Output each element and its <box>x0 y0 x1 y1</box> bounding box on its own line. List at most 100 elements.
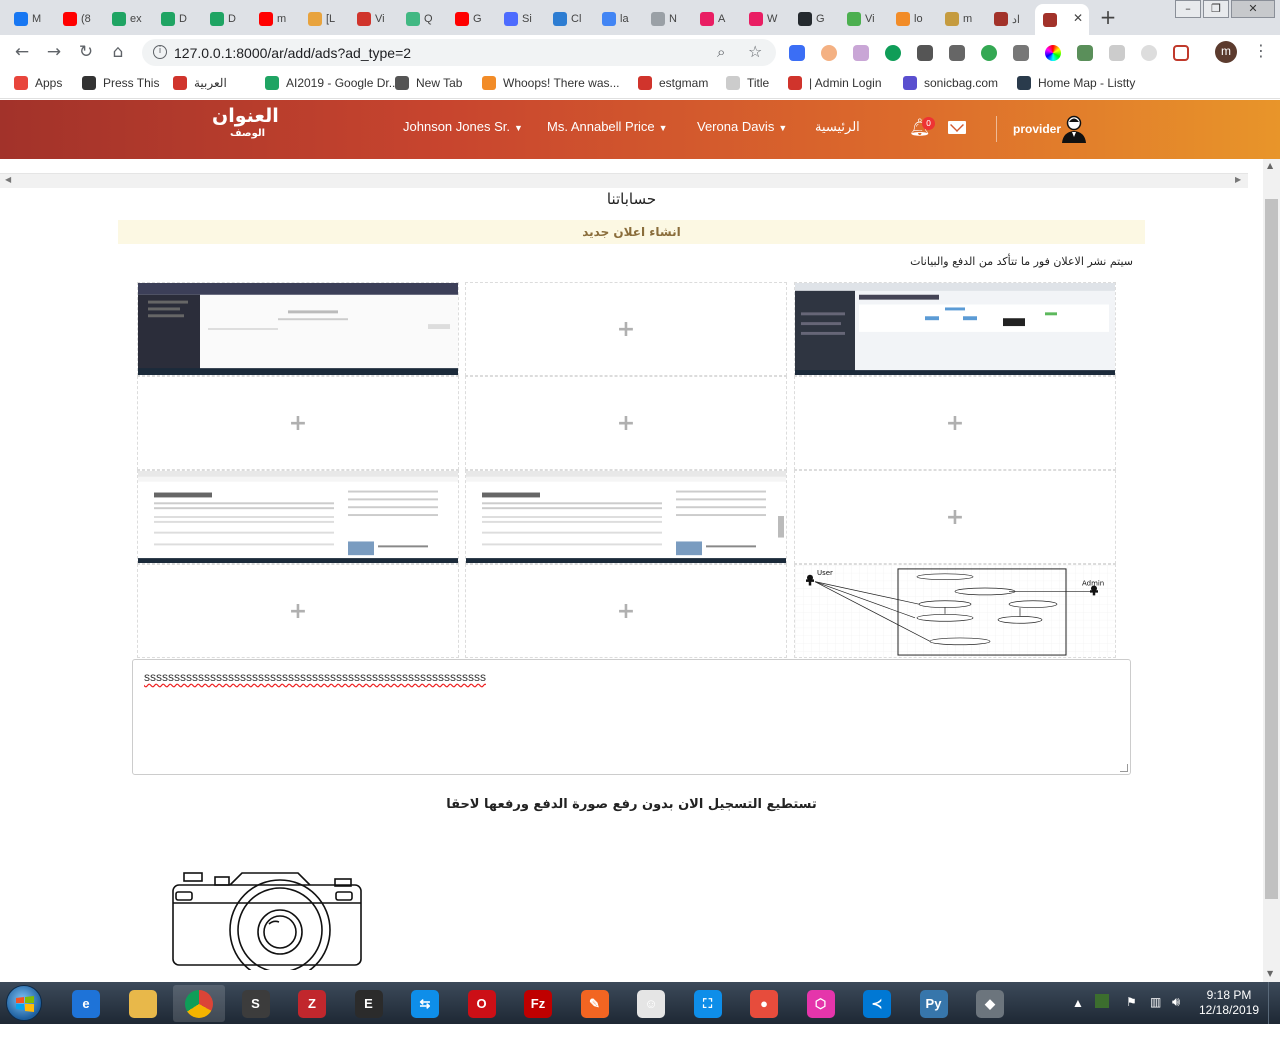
bookmark-item[interactable]: AI2019 - Google Dr... <box>265 76 399 90</box>
browser-menu-icon[interactable]: ⋮ <box>1253 41 1269 60</box>
maximize-button[interactable]: ❐ <box>1203 0 1229 18</box>
add-image-icon[interactable]: + <box>466 565 786 657</box>
browser-tab[interactable]: (8 <box>55 6 102 32</box>
extension-icon[interactable] <box>1013 45 1029 61</box>
horizontal-scrollbar[interactable]: ◀ ▶ <box>0 173 1248 188</box>
extension-icon[interactable] <box>949 45 965 61</box>
add-image-icon[interactable]: + <box>138 565 458 657</box>
color-picker-extension-icon[interactable] <box>1045 45 1061 61</box>
system-clock[interactable]: 9:18 PM 12/18/2019 <box>1196 988 1262 1018</box>
upload-slot-filled[interactable] <box>137 470 459 564</box>
browser-tab[interactable]: M <box>6 6 53 32</box>
browser-tab[interactable]: la <box>594 6 641 32</box>
vertical-scrollbar[interactable]: ▲ ▼ <box>1263 159 1280 982</box>
upload-slot-empty[interactable]: + <box>794 470 1116 564</box>
add-image-icon[interactable]: + <box>138 377 458 469</box>
extension-icon[interactable] <box>853 45 869 61</box>
home-icon[interactable]: ⌂ <box>107 42 129 64</box>
address-bar[interactable]: i 127.0.0.1:8000/ar/add/ads?ad_type=2 ⌕ … <box>142 39 776 66</box>
taskbar-app[interactable]: ☺ <box>625 985 677 1022</box>
taskbar-app[interactable]: ◆ <box>964 985 1016 1022</box>
close-window-button[interactable]: ✕ <box>1231 0 1275 18</box>
browser-tab[interactable]: Q <box>398 6 445 32</box>
scrollbar-thumb[interactable] <box>1265 199 1278 899</box>
scroll-up-icon[interactable]: ▲ <box>1267 161 1273 170</box>
bookmark-item[interactable]: Press This <box>82 76 159 90</box>
nav-item-verona-davis[interactable]: Verona Davis ▼ <box>697 119 787 134</box>
zoom-icon[interactable]: ⌕ <box>717 43 725 61</box>
taskbar-app[interactable]: Fz <box>512 985 564 1022</box>
user-name[interactable]: provider <box>1013 122 1061 136</box>
extension-icon[interactable] <box>1173 45 1189 61</box>
bookmark-item[interactable]: العربية <box>173 76 227 90</box>
bookmark-item[interactable]: New Tab <box>395 76 462 90</box>
bookmark-item[interactable]: estgmam <box>638 76 708 90</box>
scroll-left-icon[interactable]: ◀ <box>5 175 11 184</box>
extension-icon[interactable] <box>1109 45 1125 61</box>
nav-item-home[interactable]: الرئيسية <box>815 119 860 135</box>
browser-tab[interactable]: Cl <box>545 6 592 32</box>
extension-icon[interactable] <box>821 45 837 61</box>
taskbar-app[interactable]: e <box>60 985 112 1022</box>
browser-tab[interactable]: [L <box>300 6 347 32</box>
browser-tab[interactable]: W <box>741 6 788 32</box>
extension-icon[interactable] <box>789 45 805 61</box>
url-text[interactable]: 127.0.0.1:8000/ar/add/ads?ad_type=2 <box>174 45 411 61</box>
taskbar-app[interactable]: Z <box>286 985 338 1022</box>
extension-icon[interactable] <box>885 45 901 61</box>
upload-slot-empty[interactable]: + <box>137 564 459 658</box>
taskbar-app[interactable] <box>173 985 225 1022</box>
back-arrow-icon[interactable]: ← <box>11 42 33 64</box>
bookmark-item[interactable]: | Admin Login <box>788 76 882 90</box>
start-button[interactable] <box>6 985 42 1021</box>
taskbar-app[interactable]: ⇆ <box>399 985 451 1022</box>
bookmark-item[interactable]: Home Map - Listty <box>1017 76 1135 90</box>
browser-tab[interactable]: m <box>251 6 298 32</box>
action-center-flag-icon[interactable]: ⚑ <box>1126 995 1137 1037</box>
extension-icon[interactable] <box>1077 45 1093 61</box>
resize-handle-icon[interactable] <box>1120 764 1128 772</box>
extension-icon[interactable] <box>1141 45 1157 61</box>
extension-icon[interactable] <box>981 45 997 61</box>
show-hidden-icons-icon[interactable]: ▲ <box>1072 996 1084 1038</box>
bookmark-item[interactable]: Title <box>726 76 769 90</box>
browser-tab[interactable]: G <box>447 6 494 32</box>
nav-item-johnson-jones[interactable]: Johnson Jones Sr. ▼ <box>403 119 523 134</box>
taskbar-app[interactable]: ≺ <box>851 985 903 1022</box>
browser-tab[interactable]: Vi <box>349 6 396 32</box>
upload-slot-empty[interactable]: + <box>794 376 1116 470</box>
taskbar-app[interactable] <box>117 985 169 1022</box>
upload-slot-empty[interactable]: + <box>465 282 787 376</box>
taskbar-app[interactable]: ⛶ <box>682 985 734 1022</box>
browser-tab[interactable]: lo <box>888 6 935 32</box>
add-image-icon[interactable]: + <box>466 283 786 375</box>
bookmark-item[interactable]: sonicbag.com <box>903 76 998 90</box>
taskbar-app[interactable]: ⬡ <box>795 985 847 1022</box>
upload-slot-empty[interactable]: + <box>137 376 459 470</box>
profile-avatar[interactable]: m <box>1215 41 1237 63</box>
site-logo-title[interactable]: العنوان <box>212 105 279 127</box>
browser-tab[interactable]: Vi <box>839 6 886 32</box>
user-avatar-icon[interactable] <box>1061 114 1087 144</box>
nav-item-annabell-price[interactable]: Ms. Annabell Price ▼ <box>547 119 668 134</box>
new-tab-button[interactable]: + <box>1097 7 1119 29</box>
reload-icon[interactable]: ↻ <box>75 42 97 64</box>
upload-slot-filled[interactable]: User Admin <box>794 564 1116 658</box>
scroll-down-icon[interactable]: ▼ <box>1267 969 1273 978</box>
camera-upload-icon[interactable] <box>170 870 364 970</box>
scroll-right-icon[interactable]: ▶ <box>1235 175 1241 184</box>
taskbar-app[interactable]: Py <box>908 985 960 1022</box>
browser-tab[interactable]: Si <box>496 6 543 32</box>
upload-slot-filled[interactable] <box>465 470 787 564</box>
browser-tab[interactable]: ex <box>104 6 151 32</box>
browser-tab[interactable]: D <box>202 6 249 32</box>
envelope-icon[interactable] <box>948 121 966 134</box>
browser-tab[interactable]: D <box>153 6 200 32</box>
extension-icon[interactable] <box>917 45 933 61</box>
site-info-icon[interactable]: i <box>153 45 167 59</box>
taskbar-app[interactable]: E <box>343 985 395 1022</box>
browser-tab[interactable]: G <box>790 6 837 32</box>
close-tab-icon[interactable]: ✕ <box>1073 11 1083 25</box>
taskbar-app[interactable]: S <box>230 985 282 1022</box>
upload-slot-empty[interactable]: + <box>465 564 787 658</box>
